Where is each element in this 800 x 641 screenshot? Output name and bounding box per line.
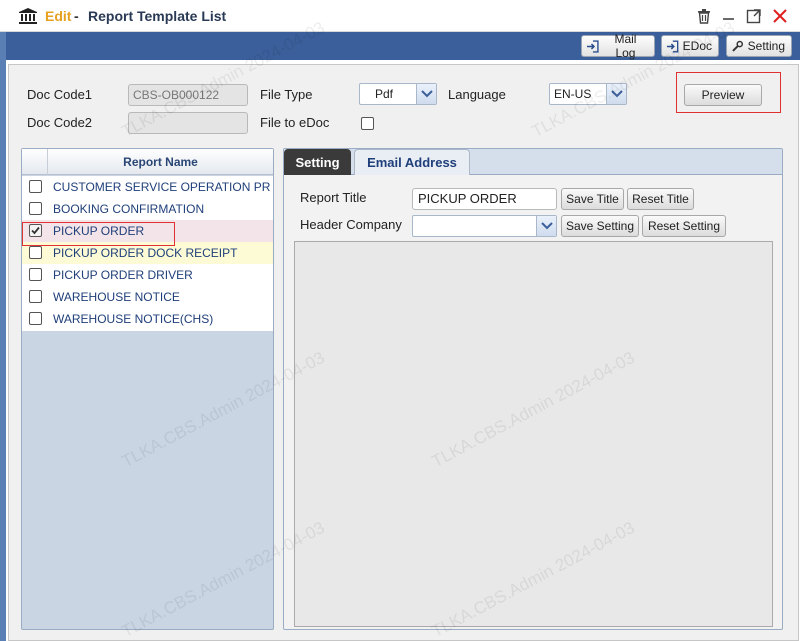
mail-log-button[interactable]: Mail Log — [581, 32, 655, 60]
row-checkbox[interactable] — [29, 312, 42, 325]
maximize-icon[interactable] — [745, 7, 763, 25]
file-type-label: File Type — [260, 87, 313, 102]
doc-code1-label: Doc Code1 — [27, 87, 93, 102]
window-title: Report Template List — [88, 8, 227, 24]
doc-code1-field[interactable]: CBS-OB000122 — [128, 84, 248, 106]
tab-strip: Setting Email Address — [284, 149, 782, 175]
row-checkbox[interactable] — [29, 246, 42, 259]
window-edge-strip — [0, 32, 6, 641]
report-name: WAREHOUSE NOTICE(CHS) — [53, 312, 214, 326]
tab-email-address[interactable]: Email Address — [354, 149, 470, 175]
reset-title-button[interactable]: Reset Title — [627, 188, 694, 210]
title-separator: - — [74, 8, 79, 24]
select-all-cell[interactable] — [22, 149, 48, 175]
report-name-header: Report Name — [123, 155, 198, 169]
report-name: WAREHOUSE NOTICE — [53, 290, 180, 304]
minimize-icon[interactable] — [720, 7, 738, 25]
mail-log-label: Mail Log — [614, 32, 637, 60]
report-name: PICKUP ORDER — [53, 224, 145, 238]
language-value: EN-US — [554, 87, 592, 101]
file-type-select[interactable]: Pdf — [359, 83, 437, 105]
wrench-icon — [732, 40, 744, 52]
title-bar: Edit - Report Template List — [0, 0, 800, 32]
doc-code2-label: Doc Code2 — [27, 115, 93, 130]
list-item-selected[interactable]: PICKUP ORDER — [22, 220, 273, 242]
report-name: CUSTOMER SERVICE OPERATION PRE-ALERT — [53, 180, 271, 194]
row-checkbox[interactable] — [29, 290, 42, 303]
language-select[interactable]: EN-US — [549, 83, 627, 105]
trash-icon[interactable] — [695, 7, 713, 25]
bank-icon — [19, 8, 37, 24]
header-company-select[interactable] — [412, 215, 557, 237]
setting-label: Setting — [747, 39, 785, 53]
sign-in-icon — [586, 39, 599, 53]
edoc-label: EDoc — [682, 39, 712, 53]
report-name: PICKUP ORDER DRIVER — [53, 268, 193, 282]
edit-mode-label: Edit — [45, 8, 72, 24]
chevron-down-icon[interactable] — [606, 84, 626, 104]
list-item[interactable]: PICKUP ORDER DOCK RECEIPT — [22, 242, 273, 264]
close-icon[interactable] — [771, 7, 789, 25]
chevron-down-icon[interactable] — [536, 216, 556, 236]
row-checkbox[interactable] — [29, 180, 42, 193]
list-item[interactable]: WAREHOUSE NOTICE — [22, 286, 273, 308]
row-checkbox-checked[interactable] — [29, 224, 42, 237]
report-title-label: Report Title — [300, 190, 367, 205]
file-to-edoc-label: File to eDoc — [260, 115, 330, 130]
report-title-input[interactable]: PICKUP ORDER — [412, 188, 557, 210]
report-list: Report Name CUSTOMER SERVICE OPERATION P… — [21, 148, 274, 630]
setting-content-area — [294, 241, 773, 627]
save-setting-button[interactable]: Save Setting — [561, 215, 639, 237]
file-to-edoc-checkbox[interactable] — [361, 117, 374, 130]
preview-button[interactable]: Preview — [684, 84, 762, 106]
file-type-value: Pdf — [375, 87, 394, 101]
report-name: PICKUP ORDER DOCK RECEIPT — [53, 246, 238, 260]
doc-code2-field[interactable] — [128, 112, 248, 134]
chevron-down-icon[interactable] — [416, 84, 436, 104]
sign-in-icon — [666, 39, 679, 53]
edoc-button[interactable]: EDoc — [661, 35, 719, 57]
tab-setting[interactable]: Setting — [284, 149, 351, 175]
list-item[interactable]: PICKUP ORDER DRIVER — [22, 264, 273, 286]
checkmark-icon — [31, 226, 40, 235]
setting-button[interactable]: Setting — [726, 35, 792, 57]
header-company-label: Header Company — [300, 217, 402, 232]
report-name: BOOKING CONFIRMATION — [53, 202, 205, 216]
language-label: Language — [448, 87, 506, 102]
report-list-body: CUSTOMER SERVICE OPERATION PRE-ALERT BOO… — [22, 176, 273, 331]
report-list-header: Report Name — [22, 149, 273, 175]
list-item[interactable]: BOOKING CONFIRMATION — [22, 198, 273, 220]
row-checkbox[interactable] — [29, 268, 42, 281]
reset-setting-button[interactable]: Reset Setting — [642, 215, 726, 237]
list-item[interactable]: CUSTOMER SERVICE OPERATION PRE-ALERT — [22, 176, 273, 198]
list-item[interactable]: WAREHOUSE NOTICE(CHS) — [22, 308, 273, 330]
tabs-panel: Setting Email Address Report Title PICKU… — [283, 148, 783, 630]
save-title-button[interactable]: Save Title — [561, 188, 624, 210]
row-checkbox[interactable] — [29, 202, 42, 215]
